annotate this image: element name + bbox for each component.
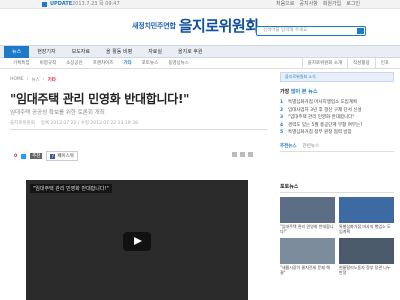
popular-item[interactable]: 2 임대사업자 3년 후 갱신 구제 단서 신설 bbox=[280, 107, 394, 115]
popular-item[interactable]: 1 특별심화거점 마사지행업소 도입계획 bbox=[280, 99, 394, 107]
nav-item-press[interactable]: 보도자료 bbox=[64, 46, 98, 58]
play-icon[interactable] bbox=[123, 232, 151, 251]
logo-sub: 새정치민주연합 bbox=[132, 21, 176, 30]
photo-thumbnail bbox=[280, 197, 335, 223]
top-bar: UPDATE 2013.7.23 목 09:47 처음으로 공지사항 회원가입 … bbox=[0, 0, 400, 9]
search-input[interactable]: 검색어를 입력해 주세요 bbox=[256, 26, 366, 36]
sidebar: 을지로위원회 소식 가장 많이 본 뉴스 1 특별심화거점 마사지행업소 도입계획… bbox=[280, 72, 394, 152]
popular-item[interactable]: 3 "임대주택 관리 민영화 반대합니다" bbox=[280, 114, 394, 122]
subnav-item-video[interactable]: 동영상뉴스 bbox=[163, 58, 194, 69]
article-title: "임대주택 관리 민영화 반대합니다!" bbox=[10, 92, 190, 106]
subnav-item-feature[interactable]: 기획특집 bbox=[8, 58, 35, 69]
nav-item-archive[interactable]: 자료실 bbox=[140, 46, 170, 58]
update-label: UPDATE bbox=[50, 1, 73, 7]
home-icon[interactable] bbox=[42, 2, 47, 7]
site-logo[interactable]: 새정치민주연합 을지로위원회 bbox=[132, 15, 259, 36]
popular-heading: 가장 많이 본 뉴스 bbox=[280, 89, 318, 95]
print-icon[interactable] bbox=[232, 152, 237, 157]
video-title: "임대주택 관리 민영화 반대합니다!" bbox=[30, 184, 112, 193]
photo-caption: 특별심화거점 마사지 행업소 도입계획 bbox=[339, 224, 391, 234]
photo-news-heading: 포토뉴스 bbox=[280, 183, 394, 193]
search-icon[interactable] bbox=[357, 28, 364, 34]
nav-item-review[interactable]: 을 활동 비평 bbox=[98, 46, 140, 58]
photo-item[interactable]: 현룸탈리노동자 정부 장관 나누 반정 bbox=[339, 238, 394, 275]
subnav-item-etc[interactable]: 기타 bbox=[118, 58, 136, 69]
photo-caption: 현룸탈리노동자 정부 장관 나누 반정 bbox=[339, 265, 391, 275]
breadcrumb-current[interactable]: 기타 bbox=[48, 77, 56, 83]
subnav-item-franchise[interactable]: 프랜차이즈 bbox=[88, 58, 119, 69]
popular-item[interactable]: 4 경력도 있는 5월 총공단계 부활 여부는? bbox=[280, 122, 394, 130]
breadcrumb-news[interactable]: 뉴스 bbox=[31, 77, 39, 83]
photo-thumbnail bbox=[339, 197, 394, 223]
sub-nav: 기획특집 비정규직 소상공인 프랜차이즈 기타 포토뉴스 동영상뉴스 을지로위원… bbox=[0, 58, 400, 69]
subnav-item-small-biz[interactable]: 소상공인 bbox=[61, 58, 88, 69]
photo-news: 포토뉴스 "임대주택 관리 민영화 반대합니다!" 특별심화거점 마사지 행업소… bbox=[280, 183, 394, 275]
photo-item[interactable]: "새롭시장이 물지전세 문제 해결" bbox=[280, 238, 335, 275]
photo-caption: "임대주택 관리 민영화 반대합니다!" bbox=[280, 224, 334, 234]
facebook-icon: f bbox=[50, 153, 56, 159]
popular-item[interactable]: 5 특별심화거점 정부 원정 협력 방침 bbox=[280, 129, 394, 137]
top-link-join[interactable]: 회원가입 bbox=[323, 0, 341, 9]
photo-item[interactable]: "임대주택 관리 민영화 반대합니다!" bbox=[280, 197, 335, 234]
recommend-button[interactable]: 추천 bbox=[30, 153, 43, 159]
share-count: 0 bbox=[14, 153, 18, 159]
article-meta: 을지로위원회 등록 2013.07.22 | 수정 2013.07.22 13:… bbox=[10, 120, 138, 126]
photo-item[interactable]: 특별심화거점 마사지 행업소 도입계획 bbox=[339, 197, 394, 234]
article-reporter: 을지로위원회 bbox=[10, 121, 35, 126]
top-links: 처음으로 공지사항 회원가입 로그인 bbox=[276, 0, 360, 9]
site-header: 새정치민주연합 을지로위원회 검색어를 입력해 주세요 bbox=[0, 9, 400, 45]
sidebar-banner[interactable]: 을지로위원회 소식 bbox=[280, 72, 394, 82]
article-subtitle: 임대주택 공공성 확보를 위한 토론회 개최 bbox=[10, 110, 105, 116]
breadcrumb-separator: › bbox=[42, 77, 45, 82]
breadcrumb-separator: › bbox=[26, 77, 29, 82]
subnav-item-usage[interactable]: 작성활용 bbox=[347, 58, 375, 69]
update-date: 2013.7.23 목 09:47 bbox=[72, 1, 120, 7]
facebook-label: 페이스북 bbox=[57, 154, 74, 159]
subnav-item-info[interactable]: 인포 bbox=[374, 58, 394, 69]
logo-main: 을지로위원회 bbox=[178, 17, 259, 35]
top-link-home[interactable]: 처음으로 bbox=[276, 0, 294, 9]
article-tools bbox=[232, 152, 253, 157]
subnav-item-irregular[interactable]: 비정규직 bbox=[35, 58, 62, 69]
email-icon[interactable] bbox=[240, 152, 245, 157]
subnav-item-about[interactable]: 을지로위원회 소개 bbox=[301, 58, 348, 69]
tab-recommended[interactable]: 추천뉴스 bbox=[280, 143, 297, 149]
popular-list: 1 특별심화거점 마사지행업소 도입계획 2 임대사업자 3년 후 갱신 구제 단서… bbox=[280, 99, 394, 137]
facebook-share-button[interactable]: f 페이스북 bbox=[46, 151, 78, 161]
sidebar-tabs: 추천뉴스 관련뉴스 bbox=[280, 143, 394, 152]
main-nav: 뉴스 현장기자 보도자료 을 활동 비평 자료실 을지로 후원 bbox=[0, 45, 400, 58]
search-placeholder: 검색어를 입력해 주세요 bbox=[263, 28, 308, 33]
tab-related[interactable]: 관련뉴스 bbox=[303, 143, 320, 149]
photo-caption: "새롭시장이 물지전세 문제 해결" bbox=[280, 265, 330, 275]
breadcrumb-home[interactable]: HOME bbox=[10, 77, 24, 83]
nav-item-reporter[interactable]: 현장기자 bbox=[29, 46, 63, 58]
article-date: 등록 2013.07.22 | 수정 2013.07.22 13:19:38 bbox=[40, 121, 138, 126]
nav-item-news[interactable]: 뉴스 bbox=[4, 46, 30, 58]
nav-item-support[interactable]: 을지로 후원 bbox=[170, 46, 211, 58]
photo-thumbnail bbox=[339, 238, 394, 264]
font-size-icon[interactable] bbox=[248, 152, 253, 157]
top-link-notice[interactable]: 공지사항 bbox=[299, 0, 317, 9]
share-bar: 0 추천 f 페이스북 bbox=[14, 151, 78, 161]
top-link-login[interactable]: 로그인 bbox=[346, 0, 360, 9]
twitter-icon[interactable] bbox=[21, 153, 27, 159]
subnav-item-photo[interactable]: 포토뉴스 bbox=[137, 58, 164, 69]
photo-thumbnail bbox=[280, 238, 335, 264]
divider bbox=[10, 129, 268, 130]
video-player[interactable]: "임대주택 관리 민영화 반대합니다!" bbox=[26, 180, 248, 300]
breadcrumb: HOME › 뉴스 › 기타 bbox=[10, 77, 56, 83]
